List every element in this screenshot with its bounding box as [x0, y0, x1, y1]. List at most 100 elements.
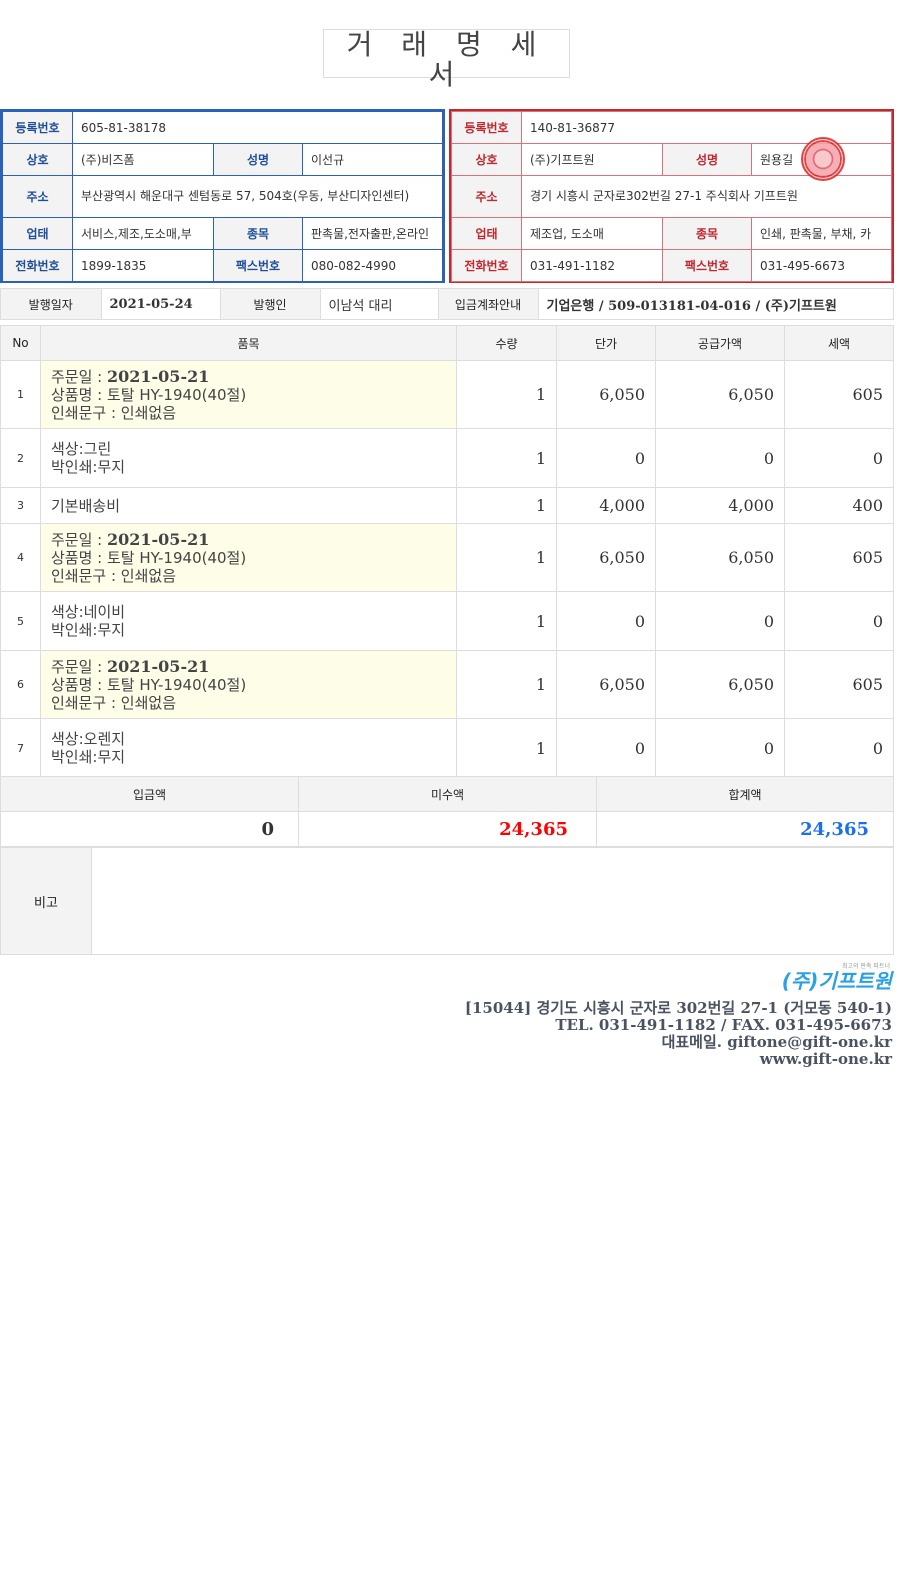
buyer-reg-label: 등록번호 [2, 111, 73, 144]
row-supply: 0 [655, 718, 785, 778]
items-table: No 품목 수량 단가 공급가액 세액 1 주문일 : 2021-05-21 상품명… [0, 325, 894, 778]
item-line: 인쇄문구 : 인쇄없음 [51, 403, 176, 422]
account-label: 입금계좌안내 [438, 289, 539, 319]
row-unit-price: 6,050 [556, 650, 656, 719]
footer-website[interactable]: www.gift-one.kr [465, 1051, 892, 1068]
footer-email[interactable]: 대표메일. giftone@gift-one.kr [465, 1034, 892, 1051]
row-supply: 6,050 [655, 523, 785, 592]
footer-tel-fax: TEL. 031-491-1182 / FAX. 031-495-6673 [555, 1016, 892, 1034]
row-supply: 0 [655, 428, 785, 488]
seller-reg-value: 140-81-36877 [521, 111, 892, 144]
item-line: 기본배송비 [51, 496, 121, 515]
row-no: 3 [0, 487, 41, 524]
row-item-description: 주문일 : 2021-05-21 상품명 : 토탈 HY-1940(40절) 인쇄문… [40, 523, 457, 592]
issuer-label: 발행인 [220, 289, 321, 319]
seller-biz-type-label: 업태 [451, 217, 522, 250]
row-item-description: 색상:네이비 박인쇄:무지 [40, 591, 457, 651]
company-seal-stamp [801, 137, 845, 181]
row-unit-price: 4,000 [556, 487, 656, 524]
row-item-description: 기본배송비 [40, 487, 457, 524]
buyer-biz-item-value: 판촉물,전자출판,온라인 [302, 217, 443, 250]
issue-date-value: 2021-05-24 [101, 289, 221, 319]
row-tax: 400 [784, 487, 894, 524]
issue-date-label: 발행일자 [1, 289, 102, 319]
item-line: 주문일 : 2021-05-21 [51, 529, 210, 549]
seller-biz-item-value: 인쇄, 판촉물, 부채, 카 [751, 217, 892, 250]
table-row: 3 기본배송비 1 4,000 4,000 400 [0, 487, 894, 524]
item-line: 상품명 : 토탈 HY-1940(40절) [51, 548, 247, 567]
buyer-ceo-value: 이선규 [302, 143, 443, 176]
buyer-biz-type-label: 업태 [2, 217, 73, 250]
paid-amount: 0 [0, 811, 299, 847]
item-line: 인쇄문구 : 인쇄없음 [51, 566, 176, 585]
seller-biz-item-label: 종목 [662, 217, 752, 250]
account-value: 기업은행 / 509-013181-04-016 / (주)기프트원 [546, 298, 837, 314]
company-footer: 최고의 판촉 파트너 (주)기프트원 [15044] 경기도 시흥시 군자로 30… [464, 963, 892, 1068]
unpaid-label: 미수액 [298, 776, 597, 812]
total-amount: 24,365 [596, 811, 894, 847]
row-supply: 6,050 [655, 360, 785, 429]
footer-address: [15044] 경기도 시흥시 군자로 302번길 27-1 (거모동 540-… [464, 999, 892, 1017]
item-line: 주문일 : 2021-05-21 [51, 656, 210, 676]
table-row: 6 주문일 : 2021-05-21 상품명 : 토탈 HY-1940(40절) 인쇄… [0, 650, 894, 719]
col-qty-header: 수량 [456, 325, 557, 361]
item-line: 색상:그린 [51, 440, 112, 458]
seller-phone-value: 031-491-1182 [521, 249, 663, 282]
buyer-biz-type-value: 서비스,제조,도소매,부 [72, 217, 214, 250]
col-tax-header: 세액 [784, 325, 894, 361]
buyer-biz-item-label: 종목 [213, 217, 303, 250]
row-supply: 6,050 [655, 650, 785, 719]
seller-fax-value: 031-495-6673 [751, 249, 892, 282]
buyer-info-panel: 등록번호 605-81-38178 상호 (주)비즈폼 성명 이선규 주소 부산… [0, 109, 445, 283]
col-supply-header: 공급가액 [655, 325, 785, 361]
buyer-phone-label: 전화번호 [2, 249, 73, 282]
unpaid-amount: 24,365 [298, 811, 597, 847]
company-logo: 최고의 판촉 파트너 (주)기프트원 [781, 963, 892, 993]
col-unit-price-header: 단가 [556, 325, 656, 361]
row-qty: 1 [456, 487, 557, 524]
row-no: 4 [0, 523, 41, 592]
row-tax: 0 [784, 428, 894, 488]
item-line: 색상:네이비 [51, 603, 126, 621]
seller-info-panel: 등록번호 140-81-36877 상호 (주)기프트원 성명 원용길 주소 경… [449, 109, 894, 283]
buyer-reg-value: 605-81-38178 [72, 111, 443, 144]
row-unit-price: 0 [556, 718, 656, 778]
table-row: 5 색상:네이비 박인쇄:무지 1 0 0 0 [0, 591, 894, 651]
row-tax: 0 [784, 718, 894, 778]
seller-address-label: 주소 [451, 175, 522, 218]
seller-address-value: 경기 시흥시 군자로302번길 27-1 주식회사 기프트원 [521, 175, 892, 218]
buyer-company-label: 상호 [2, 143, 73, 176]
row-item-description: 색상:그린 박인쇄:무지 [40, 428, 457, 488]
buyer-address-label: 주소 [2, 175, 73, 218]
row-item-description: 주문일 : 2021-05-21 상품명 : 토탈 HY-1940(40절) 인쇄문… [40, 360, 457, 429]
remarks-box: 비고 [0, 847, 894, 955]
row-tax: 605 [784, 650, 894, 719]
row-qty: 1 [456, 718, 557, 778]
seller-fax-label: 팩스번호 [662, 249, 752, 282]
table-row: 7 색상:오렌지 박인쇄:무지 1 0 0 0 [0, 718, 894, 778]
item-line: 박인쇄:무지 [51, 621, 126, 639]
totals-table: 입금액 미수액 합계액 0 24,365 24,365 [0, 776, 894, 847]
row-item-description: 주문일 : 2021-05-21 상품명 : 토탈 HY-1940(40절) 인쇄문… [40, 650, 457, 719]
col-item-header: 품목 [40, 325, 457, 361]
item-line: 색상:오렌지 [51, 730, 126, 748]
row-no: 7 [0, 718, 41, 778]
row-no: 6 [0, 650, 41, 719]
seller-biz-type-value: 제조업, 도소매 [521, 217, 663, 250]
row-unit-price: 0 [556, 591, 656, 651]
item-line: 주문일 : 2021-05-21 [51, 366, 210, 386]
row-qty: 1 [456, 591, 557, 651]
seller-phone-label: 전화번호 [451, 249, 522, 282]
row-unit-price: 6,050 [556, 523, 656, 592]
buyer-address-value: 부산광역시 해운대구 센텀동로 57, 504호(우동, 부산디자인센터) [72, 175, 443, 218]
document-title: 거 래 명 세 서 [323, 29, 570, 90]
row-item-description: 색상:오렌지 박인쇄:무지 [40, 718, 457, 778]
row-tax: 605 [784, 360, 894, 429]
row-qty: 1 [456, 523, 557, 592]
remarks-label: 비고 [1, 848, 92, 954]
buyer-company-value: (주)비즈폼 [72, 143, 214, 176]
row-no: 1 [0, 360, 41, 429]
row-no: 5 [0, 591, 41, 651]
row-tax: 605 [784, 523, 894, 592]
col-no-header: No [0, 325, 41, 361]
